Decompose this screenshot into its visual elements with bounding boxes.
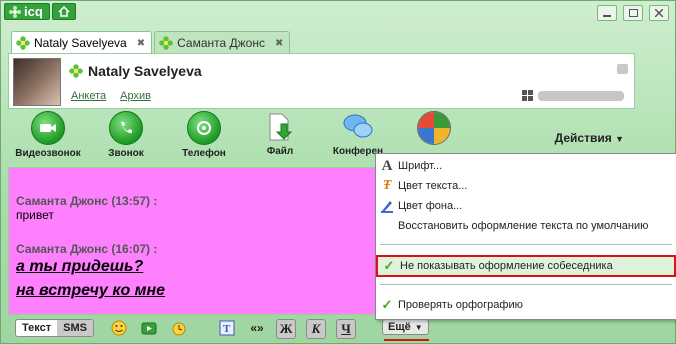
text-mode-button[interactable]: Текст (16, 320, 58, 336)
menu-separator (380, 284, 672, 285)
text-color-icon: Ŧ (382, 178, 392, 193)
header-dropdown-button[interactable] (617, 64, 628, 74)
message-text: привет (16, 208, 54, 222)
app-name: icq (24, 4, 43, 19)
telephone-button[interactable]: Телефон (164, 111, 244, 159)
apps-globe-icon (418, 112, 450, 144)
tab-close-icon[interactable]: ✖ (137, 38, 145, 49)
phone-icon (121, 122, 132, 134)
close-button[interactable] (649, 5, 669, 21)
italic-button[interactable]: К (306, 319, 326, 339)
menu-item-font[interactable]: A Шрифт... (376, 156, 676, 176)
menu-item-spellcheck[interactable]: ✓ Проверять орфографию (376, 295, 676, 315)
chat-tabs: Nataly Savelyeva ✖ Саманта Джонс ✖ (11, 31, 291, 54)
menu-item-text-color[interactable]: Ŧ Цвет текста... (376, 176, 676, 196)
telephone-dial-icon (197, 121, 211, 135)
conference-button[interactable]: Конферен (318, 111, 398, 157)
checkmark-icon: ✓ (383, 258, 395, 273)
font-icon: A (381, 157, 393, 174)
alarm-button[interactable] (170, 319, 188, 337)
message-text: на встречу ко мне (16, 282, 166, 299)
svg-text:T: T (223, 323, 231, 335)
smiley-icon (111, 320, 127, 336)
bold-button[interactable]: Ж (276, 319, 296, 339)
menu-separator (380, 244, 672, 245)
more-menu: A Шрифт... Ŧ Цвет текста... Цвет фона...… (375, 153, 676, 320)
windows-icon (522, 90, 533, 101)
file-button[interactable]: Файл (240, 111, 320, 157)
message-text: а ты придешь? (16, 258, 144, 275)
icq-chat-window: icq Nataly Savelyeva ✖ Саманта Джонс ✖ N… (0, 0, 676, 344)
window-controls (597, 5, 669, 21)
maximize-icon (628, 9, 638, 17)
media-button[interactable] (140, 319, 158, 337)
menu-item-hide-formatting[interactable]: ✓ Не показывать оформление собеседника (376, 255, 676, 277)
mode-switch: Текст SMS (15, 319, 94, 337)
maximize-button[interactable] (623, 5, 643, 21)
message-sender: Саманта Джонс (16:07) : (16, 242, 158, 256)
tab-label: Nataly Savelyeva (34, 36, 127, 50)
menu-item-bg-color[interactable]: Цвет фона... (376, 196, 676, 216)
home-button[interactable] (51, 3, 76, 20)
quote-button[interactable]: «» (248, 319, 266, 337)
flower-icon (9, 5, 21, 18)
online-status-icon (159, 36, 173, 50)
tab-label: Саманта Джонс (177, 36, 265, 50)
tab-close-icon[interactable]: ✖ (275, 38, 283, 49)
contact-links: Анкета Архив (71, 90, 151, 102)
video-camera-icon (40, 124, 56, 132)
avatar[interactable] (13, 58, 61, 106)
underline-button[interactable]: Ч (336, 319, 356, 339)
minimize-button[interactable] (597, 5, 617, 21)
icq-logo[interactable]: icq (4, 3, 84, 20)
tv-play-icon (141, 322, 157, 335)
text-format-icon: T (219, 320, 235, 336)
contact-name-label: Nataly Savelyeva (88, 63, 202, 79)
minimize-icon (603, 15, 611, 17)
sms-mode-button[interactable]: SMS (57, 320, 93, 336)
tab-nataly-savelyeva[interactable]: Nataly Savelyeva ✖ (11, 31, 153, 54)
tab-samanta-jones[interactable]: Саманта Джонс ✖ (154, 31, 291, 54)
message-sender: Саманта Джонс (13:57) : (16, 194, 158, 208)
menu-item-restore-default[interactable]: Восстановить оформление текста по умолча… (376, 216, 676, 236)
online-status-icon (69, 64, 83, 78)
highlight-underline (384, 339, 429, 341)
video-call-button[interactable]: Видеозвонок (8, 111, 88, 159)
more-button[interactable]: Ещё ▼ (382, 319, 429, 335)
history-link[interactable]: Архив (120, 90, 151, 102)
message: Саманта Джонс (13:57) : привет (16, 194, 157, 222)
contact-header: Nataly Savelyeva Анкета Архив (8, 53, 635, 109)
conference-icon (343, 114, 373, 138)
home-icon (58, 6, 70, 17)
profile-link[interactable]: Анкета (71, 90, 106, 102)
chevron-down-icon: ▼ (615, 134, 624, 144)
online-status-icon (16, 36, 30, 50)
font-style-button[interactable]: T (218, 319, 236, 337)
call-button[interactable]: Звонок (86, 111, 166, 159)
close-icon (655, 9, 663, 17)
alarm-clock-icon (172, 322, 186, 336)
bg-color-icon (376, 199, 398, 213)
checkmark-icon: ✓ (381, 297, 393, 312)
message: Саманта Джонс (16:07) : а ты придешь? на… (16, 242, 165, 300)
contact-name: Nataly Savelyeva (69, 63, 202, 79)
blurred-number (538, 91, 624, 101)
icq-menu-button[interactable]: icq (4, 3, 50, 20)
smiley-button[interactable] (110, 319, 128, 337)
file-transfer-icon (269, 113, 293, 141)
chevron-down-icon: ▼ (414, 322, 423, 332)
contact-uin (522, 90, 624, 102)
actions-menu-button[interactable]: Действия ▼ (555, 131, 624, 145)
title-bar: icq (1, 1, 675, 23)
apps-button[interactable] (394, 111, 474, 145)
